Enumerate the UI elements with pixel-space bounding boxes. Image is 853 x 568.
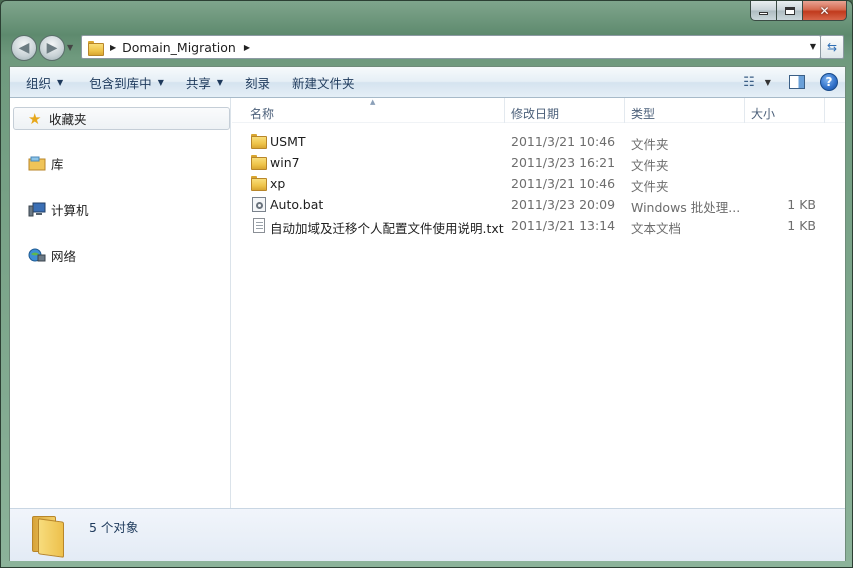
- recent-pages-dropdown[interactable]: ▼: [67, 43, 73, 52]
- file-date: 2011/3/21 10:46: [511, 134, 616, 149]
- table-row[interactable]: USMT 2011/3/21 10:46 文件夹: [232, 131, 822, 152]
- folder-icon: [251, 155, 267, 170]
- column-divider[interactable]: [744, 98, 745, 123]
- nav-libraries-label: 库: [51, 157, 64, 172]
- table-row[interactable]: Auto.bat 2011/3/23 20:09 Windows 批处理... …: [232, 194, 822, 215]
- chevron-down-icon: ▼: [216, 77, 224, 87]
- help-button[interactable]: ?: [817, 71, 841, 93]
- nav-favorites-label: 收藏夹: [49, 112, 87, 127]
- table-row[interactable]: 自动加域及迁移个人配置文件使用说明.txt 2011/3/21 13:14 文本…: [232, 215, 822, 236]
- close-button[interactable]: ✕: [803, 1, 847, 21]
- file-type: 文件夹: [631, 158, 669, 173]
- nav-item-libraries[interactable]: 库: [28, 154, 64, 173]
- explorer-body: 组织 ▼ 包含到库中 ▼ 共享 ▼ 刻录 新建文件夹 ☷ ▼ ? ★ 收藏夹 库…: [9, 66, 846, 561]
- file-date: 2011/3/23 16:21: [511, 155, 616, 170]
- arrow-left-icon: ◀: [18, 40, 30, 56]
- nav-item-computer[interactable]: 计算机: [28, 200, 89, 219]
- forward-button[interactable]: ▶: [39, 35, 65, 61]
- library-icon: [28, 156, 46, 172]
- file-name: USMT: [270, 134, 306, 149]
- file-type: 文件夹: [631, 179, 669, 194]
- network-icon: [28, 248, 46, 264]
- back-button[interactable]: ◀: [11, 35, 37, 61]
- nav-item-network[interactable]: 网络: [28, 246, 76, 265]
- share-label: 共享: [185, 75, 211, 91]
- breadcrumb-item[interactable]: Domain_Migration: [122, 40, 236, 55]
- help-icon: ?: [820, 73, 838, 91]
- column-header-type[interactable]: 类型: [631, 105, 655, 122]
- column-divider[interactable]: [824, 98, 825, 123]
- table-row[interactable]: xp 2011/3/21 10:46 文件夹: [232, 173, 822, 194]
- navigation-bar: ◀ ▶ ▼ ▶ Domain_Migration ▶ ▼ ⇆: [9, 31, 844, 61]
- chevron-down-icon: ▼: [157, 77, 164, 87]
- nav-network-label: 网络: [51, 249, 77, 264]
- new-folder-label: 新建文件夹: [292, 75, 355, 91]
- breadcrumb-chevron-icon[interactable]: ▶: [110, 43, 116, 52]
- new-folder-button[interactable]: 新建文件夹: [282, 67, 365, 97]
- nav-item-favorites[interactable]: ★ 收藏夹: [13, 107, 230, 130]
- organize-menu[interactable]: 组织 ▼: [16, 67, 73, 97]
- folder-icon: [251, 176, 267, 191]
- star-icon: ★: [28, 109, 42, 128]
- file-name: xp: [270, 176, 286, 191]
- address-dropdown-icon[interactable]: ▼: [810, 42, 816, 51]
- column-divider[interactable]: [624, 98, 625, 123]
- nav-computer-label: 计算机: [51, 203, 89, 218]
- text-file-icon: [251, 218, 267, 233]
- file-name: Auto.bat: [270, 197, 324, 212]
- refresh-icon: ⇆: [826, 40, 838, 54]
- command-bar: 组织 ▼ 包含到库中 ▼ 共享 ▼ 刻录 新建文件夹 ☷ ▼ ?: [10, 67, 845, 98]
- file-type: 文件夹: [631, 137, 669, 152]
- change-view-button[interactable]: ☷ ▼: [739, 71, 775, 93]
- details-pane: 5 个对象: [10, 508, 845, 561]
- file-size: 1 KB: [787, 197, 816, 212]
- folder-icon: [88, 40, 104, 56]
- burn-button[interactable]: 刻录: [235, 67, 280, 97]
- file-name: win7: [270, 155, 300, 170]
- burn-label: 刻录: [245, 75, 271, 91]
- file-size: 1 KB: [787, 218, 816, 233]
- breadcrumb-chevron-icon[interactable]: ▶: [244, 43, 250, 52]
- include-in-library-label: 包含到库中: [89, 75, 152, 91]
- file-type: Windows 批处理...: [631, 200, 741, 215]
- sort-ascending-icon: ▲: [370, 98, 376, 106]
- folder-icon: [251, 134, 267, 149]
- item-count: 5 个对象: [89, 520, 139, 535]
- preview-pane-icon: [789, 75, 805, 89]
- minimize-button[interactable]: [750, 1, 777, 21]
- maximize-button[interactable]: [777, 1, 803, 21]
- column-headers: ▲ 名称 修改日期 类型 大小: [232, 98, 845, 123]
- close-icon: ✕: [819, 3, 830, 18]
- file-date: 2011/3/23 20:09: [511, 197, 616, 212]
- column-divider[interactable]: [504, 98, 505, 123]
- batch-file-icon: [251, 197, 267, 212]
- address-bar[interactable]: ▶ Domain_Migration ▶ ▼: [81, 35, 821, 59]
- file-list: ▲ 名称 修改日期 类型 大小 USMT 2011/3/21 10:46 文件夹…: [232, 98, 845, 508]
- file-date: 2011/3/21 10:46: [511, 176, 616, 191]
- chevron-down-icon: ▼: [57, 77, 64, 87]
- file-date: 2011/3/21 13:14: [511, 218, 616, 233]
- include-in-library-menu[interactable]: 包含到库中 ▼: [79, 67, 174, 97]
- minimize-icon: [759, 12, 768, 15]
- column-header-size[interactable]: 大小: [751, 105, 775, 122]
- column-header-date[interactable]: 修改日期: [511, 105, 559, 122]
- chevron-down-icon: ▼: [764, 77, 771, 87]
- arrow-right-icon: ▶: [46, 40, 58, 56]
- explorer-window: ✕ ◀ ▶ ▼ ▶ Domain_Migration ▶ ▼ ⇆ 组织 ▼ 包含…: [0, 0, 853, 568]
- caption-buttons: ✕: [750, 1, 847, 21]
- view-list-icon: ☷: [743, 74, 755, 90]
- computer-icon: [28, 202, 46, 218]
- navigation-pane: ★ 收藏夹 库 计算机 网络: [10, 98, 231, 508]
- table-row[interactable]: win7 2011/3/23 16:21 文件夹: [232, 152, 822, 173]
- maximize-icon: [784, 6, 795, 15]
- organize-label: 组织: [26, 75, 52, 91]
- refresh-button[interactable]: ⇆: [820, 35, 844, 59]
- column-header-name[interactable]: 名称: [250, 105, 274, 122]
- file-name: 自动加域及迁移个人配置文件使用说明.txt: [270, 221, 504, 236]
- folder-icon: [30, 516, 70, 558]
- preview-pane-button[interactable]: [785, 71, 809, 93]
- file-type: 文本文档: [631, 221, 682, 236]
- toolbar-right: ☷ ▼ ?: [733, 71, 841, 93]
- share-menu[interactable]: 共享 ▼: [176, 67, 233, 97]
